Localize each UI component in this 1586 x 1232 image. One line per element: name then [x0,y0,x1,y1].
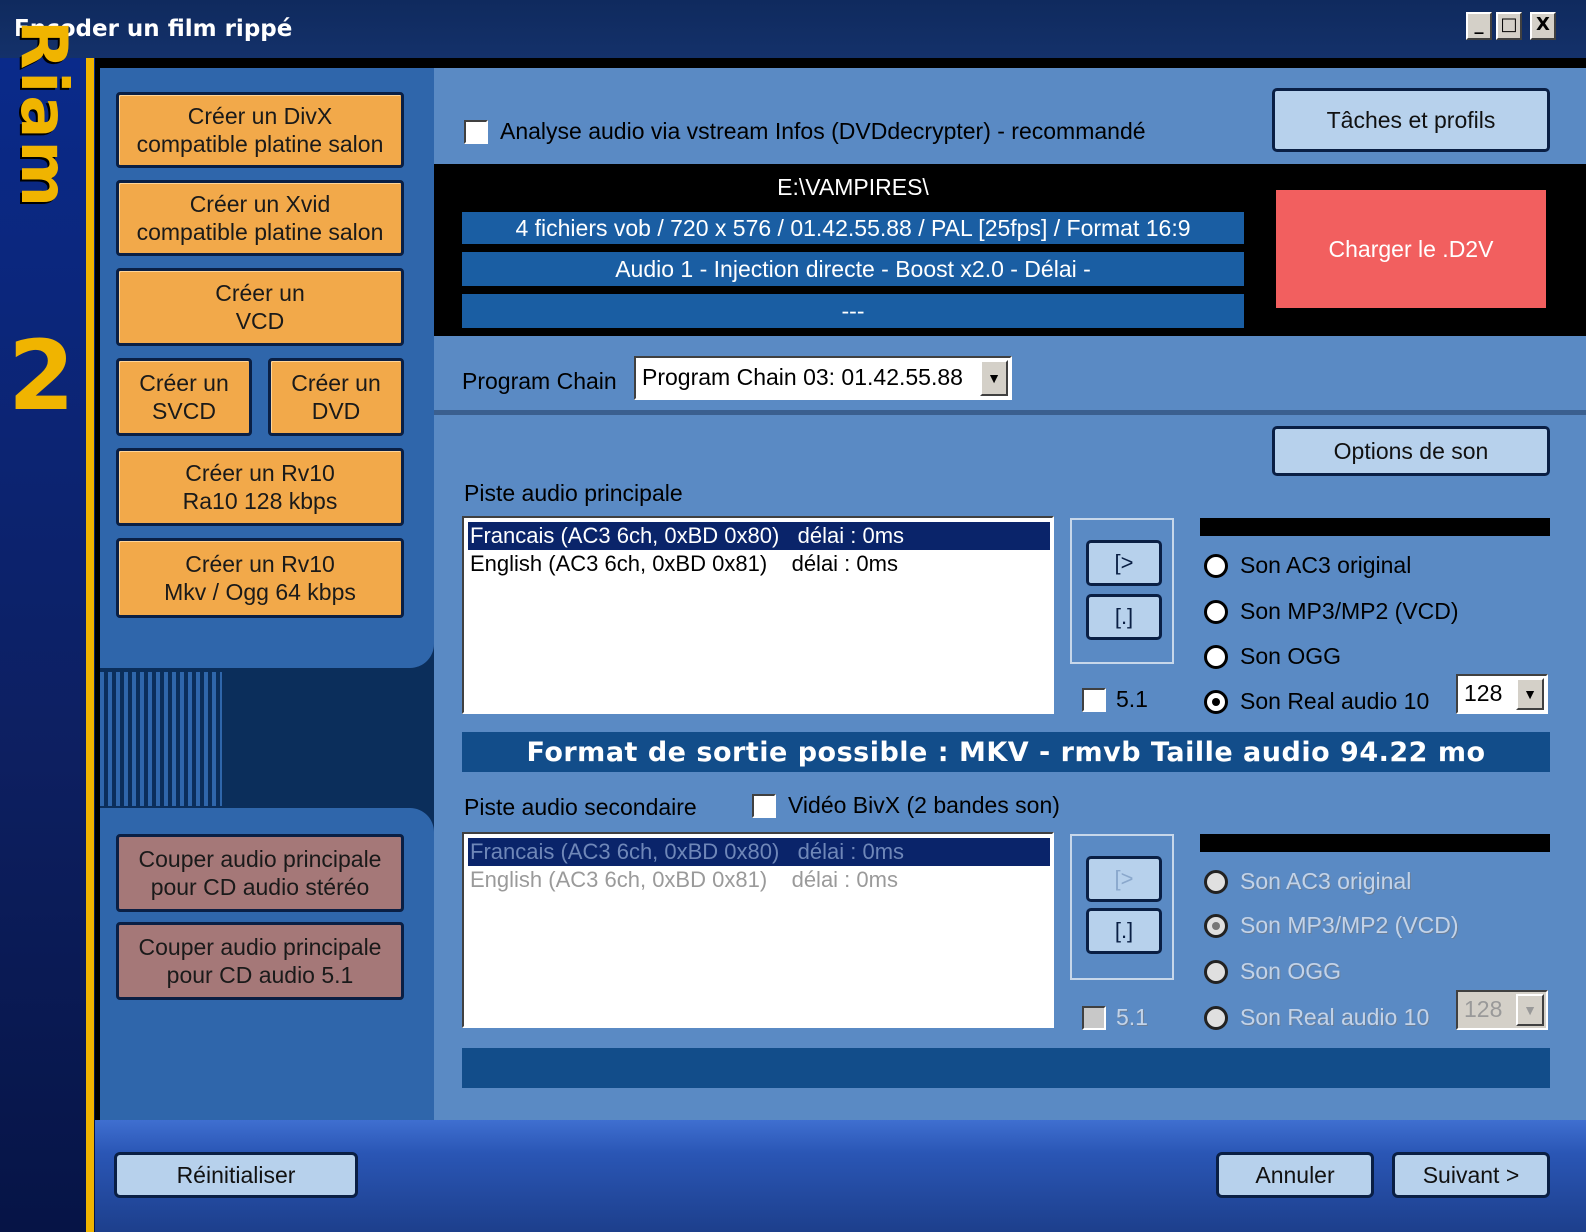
list-item[interactable]: Francais (AC3 6ch, 0xBD 0x80) délai : 0m… [468,838,1050,866]
primary-audio-label: Piste audio principale [464,480,683,506]
secondary-add-button[interactable]: [> [1086,856,1162,902]
secondary-radio-real[interactable] [1204,1006,1228,1030]
logo-text: Riam [6,20,80,210]
title-bar: Encoder un film rippé _ □ X [0,0,1586,58]
secondary-clear-button[interactable]: [.] [1086,908,1162,954]
secondary-status-bar [462,1048,1550,1088]
primary-bitrate-select[interactable]: 128 ▼ [1456,674,1548,714]
logo-number: 2 [8,320,75,432]
divider [434,410,1586,415]
load-d2v-button[interactable]: Charger le .D2V [1276,190,1546,308]
secondary-radio-ogg[interactable] [1204,960,1228,984]
list-item[interactable]: English (AC3 6ch, 0xBD 0x81) délai : 0ms [468,866,1050,894]
list-item[interactable]: English (AC3 6ch, 0xBD 0x81) délai : 0ms [468,550,1050,578]
create-rv10-mkv-button[interactable]: Créer un Rv10 Mkv / Ogg 64 kbps [116,538,404,618]
secondary-radio-real-label: Son Real audio 10 [1240,1004,1430,1030]
minimize-button[interactable]: _ [1466,12,1492,40]
bivx-label: Vidéo BivX (2 bandes son) [788,792,1060,818]
secondary-radio-ac3-label: Son AC3 original [1240,868,1412,894]
output-format-bar: Format de sortie possible : MKV - rmvb T… [462,732,1550,772]
secondary-audio-label: Piste audio secondaire [464,794,697,820]
create-divx-button[interactable]: Créer un DivX compatible platine salon [116,92,404,168]
primary-radio-mp3[interactable] [1204,600,1228,624]
program-chain-label: Program Chain [462,368,617,394]
secondary-51-label: 5.1 [1116,1004,1148,1030]
secondary-radio-ac3[interactable] [1204,870,1228,894]
primary-radio-ogg-label: Son OGG [1240,643,1341,669]
primary-radio-ogg[interactable] [1204,645,1228,669]
source-path: E:\VAMPIRES\ [777,174,929,200]
cancel-button[interactable]: Annuler [1216,1152,1374,1198]
create-dvd-button[interactable]: Créer un DVD [268,358,404,436]
bivx-checkbox[interactable] [752,794,776,818]
sound-options-button[interactable]: Options de son [1272,426,1550,476]
primary-radio-real[interactable] [1204,690,1228,714]
dropdown-arrow-icon[interactable]: ▼ [980,360,1008,396]
create-vcd-button[interactable]: Créer un VCD [116,268,404,346]
secondary-audio-list[interactable]: Francais (AC3 6ch, 0xBD 0x80) délai : 0m… [462,832,1054,1028]
maximize-button[interactable]: □ [1496,12,1522,40]
primary-51-checkbox[interactable] [1082,688,1106,712]
video-info: 4 fichiers vob / 720 x 576 / 01.42.55.88… [462,212,1244,244]
analyse-audio-checkbox[interactable] [464,120,488,144]
secondary-radio-mp3-label: Son MP3/MP2 (VCD) [1240,912,1459,938]
secondary-radio-mp3[interactable] [1204,914,1228,938]
decorative-stripes [100,672,222,806]
list-item[interactable]: Francais (AC3 6ch, 0xBD 0x80) délai : 0m… [468,522,1050,550]
secondary-bitrate-value: 128 [1464,996,1503,1022]
create-rv10-ra10-button[interactable]: Créer un Rv10 Ra10 128 kbps [116,448,404,526]
primary-audio-list[interactable]: Francais (AC3 6ch, 0xBD 0x80) délai : 0m… [462,516,1054,714]
primary-radio-ac3-label: Son AC3 original [1240,552,1412,578]
secondary-level-bar [1200,834,1550,852]
secondary-51-checkbox[interactable] [1082,1006,1106,1030]
reset-button[interactable]: Réinitialiser [114,1152,358,1198]
extra-info: --- [462,294,1244,328]
next-button[interactable]: Suivant > [1392,1152,1550,1198]
primary-radio-real-label: Son Real audio 10 [1240,688,1430,714]
create-xvid-button[interactable]: Créer un Xvid compatible platine salon [116,180,404,256]
audio-info: Audio 1 - Injection directe - Boost x2.0… [462,252,1244,286]
create-svcd-button[interactable]: Créer un SVCD [116,358,252,436]
primary-51-label: 5.1 [1116,686,1148,712]
secondary-bitrate-select[interactable]: 128 ▼ [1456,990,1548,1030]
primary-add-button[interactable]: [> [1086,540,1162,586]
close-button[interactable]: X [1530,12,1556,40]
dropdown-arrow-icon[interactable]: ▼ [1516,994,1544,1026]
cut-audio-51-button[interactable]: Couper audio principale pour CD audio 5.… [116,922,404,1000]
secondary-radio-ogg-label: Son OGG [1240,958,1341,984]
program-chain-select[interactable]: Program Chain 03: 01.42.55.88 ▼ [634,356,1012,400]
cut-audio-stereo-button[interactable]: Couper audio principale pour CD audio st… [116,834,404,912]
primary-radio-ac3[interactable] [1204,554,1228,578]
analyse-audio-label: Analyse audio via vstream Infos (DVDdecr… [500,118,1146,144]
primary-bitrate-value: 128 [1464,680,1503,706]
primary-radio-mp3-label: Son MP3/MP2 (VCD) [1240,598,1459,624]
tasks-profiles-button[interactable]: Tâches et profils [1272,88,1550,152]
primary-level-bar [1200,518,1550,536]
program-chain-value: Program Chain 03: 01.42.55.88 [642,364,963,390]
dropdown-arrow-icon[interactable]: ▼ [1516,678,1544,710]
primary-clear-button[interactable]: [.] [1086,594,1162,640]
